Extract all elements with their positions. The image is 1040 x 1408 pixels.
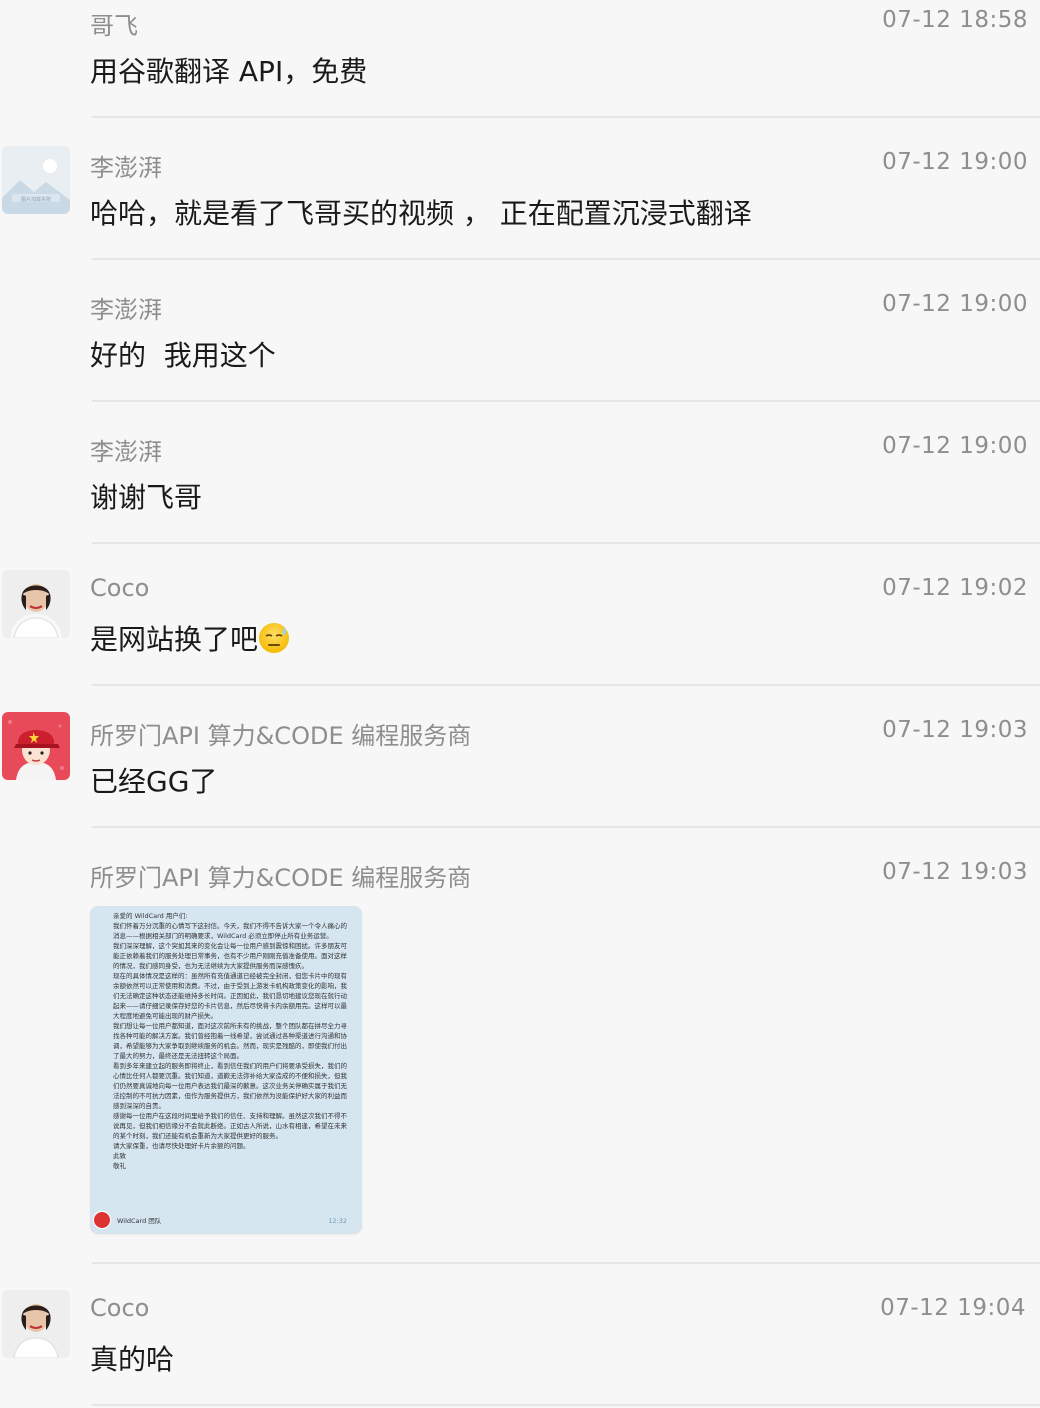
landscape-placeholder-icon: 图片加载失败	[2, 146, 70, 214]
chat-message-list: 哥飞 07-12 18:58 用谷歌翻译 API，免费 图片加载失败 李澎湃 0…	[0, 0, 1040, 1408]
sender-name: 李澎湃	[90, 296, 162, 324]
sender-name: 哥飞	[90, 12, 138, 40]
message-text[interactable]: 真的哈	[90, 1338, 174, 1378]
message-time: 07-12 19:03	[882, 717, 1028, 743]
message-text[interactable]: 哈哈，就是看了飞哥买的视频 ， 正在配置沉浸式翻译	[90, 192, 752, 232]
message-text[interactable]: 谢谢飞哥	[90, 476, 202, 516]
avatar[interactable]: 图片加载失败	[2, 146, 70, 214]
image-document-time: 12:32	[328, 1217, 347, 1225]
sender-name: 所罗门API 算力&CODE 编程服务商	[90, 864, 472, 892]
message-time: 07-12 19:00	[882, 291, 1028, 317]
message-item: 图片加载失败 李澎湃 07-12 19:00 哈哈，就是看了飞哥买的视频 ， 正…	[0, 118, 1040, 260]
image-document-body: 我们怀着万分沉重的心情写下这封信。今天，我们不得不告诉大家一个令人痛心的消息——…	[113, 922, 347, 1170]
message-divider	[92, 1404, 1040, 1406]
message-time: 07-12 19:00	[882, 149, 1028, 175]
message-item: 李澎湃 07-12 19:00 谢谢飞哥	[0, 402, 1040, 544]
message-text[interactable]: 好的 我用这个	[90, 334, 276, 374]
image-sender-avatar-icon	[93, 1211, 111, 1229]
image-document-title: 亲爱的 WildCard 用户们:	[113, 912, 188, 920]
message-text[interactable]: 已经GG了	[90, 760, 217, 800]
person-photo-icon	[2, 1290, 70, 1358]
message-item: Coco 07-12 19:04 真的哈	[0, 1264, 1040, 1408]
message-time: 07-12 19:04	[880, 1295, 1026, 1321]
svg-text:图片加载失败: 图片加载失败	[21, 196, 51, 203]
message-time: 07-12 19:00	[882, 433, 1028, 459]
image-document-text: 亲爱的 WildCard 用户们: 我们怀着万分沉重的心情写下这封信。今天，我们…	[113, 911, 349, 1171]
message-item: 李澎湃 07-12 19:00 好的 我用这个	[0, 260, 1040, 402]
avatar[interactable]	[2, 1290, 70, 1358]
avatar[interactable]	[2, 712, 70, 780]
avatar[interactable]	[2, 570, 70, 638]
person-photo-icon	[2, 570, 70, 638]
sweat-smile-icon	[259, 623, 290, 653]
sender-name: Coco	[90, 574, 150, 602]
sender-name: Coco	[90, 1294, 150, 1322]
message-item: 所罗门API 算力&CODE 编程服务商 07-12 19:03 已经GG了	[0, 686, 1040, 828]
sender-name: 李澎湃	[90, 154, 162, 182]
message-text[interactable]: 是网站换了吧	[90, 618, 290, 658]
message-item: Coco 07-12 19:02 是网站换了吧	[0, 544, 1040, 686]
message-item: 所罗门API 算力&CODE 编程服务商 07-12 19:03 亲爱的 Wil…	[0, 828, 1040, 1264]
image-document-signature: WildCard 团队	[117, 1217, 162, 1225]
sender-name: 所罗门API 算力&CODE 编程服务商	[90, 722, 472, 750]
message-item: 哥飞 07-12 18:58 用谷歌翻译 API，免费	[0, 0, 1040, 118]
cartoon-red-cap-avatar-icon	[2, 712, 70, 780]
message-text[interactable]: 用谷歌翻译 API，免费	[90, 50, 367, 90]
message-time: 07-12 19:02	[882, 575, 1028, 601]
message-text-content: 是网站换了吧	[90, 623, 259, 656]
message-time: 07-12 19:03	[882, 859, 1028, 885]
message-image[interactable]: 亲爱的 WildCard 用户们: 我们怀着万分沉重的心情写下这封信。今天，我们…	[90, 906, 362, 1234]
sender-name: 李澎湃	[90, 438, 162, 466]
message-time: 07-12 18:58	[882, 7, 1028, 33]
